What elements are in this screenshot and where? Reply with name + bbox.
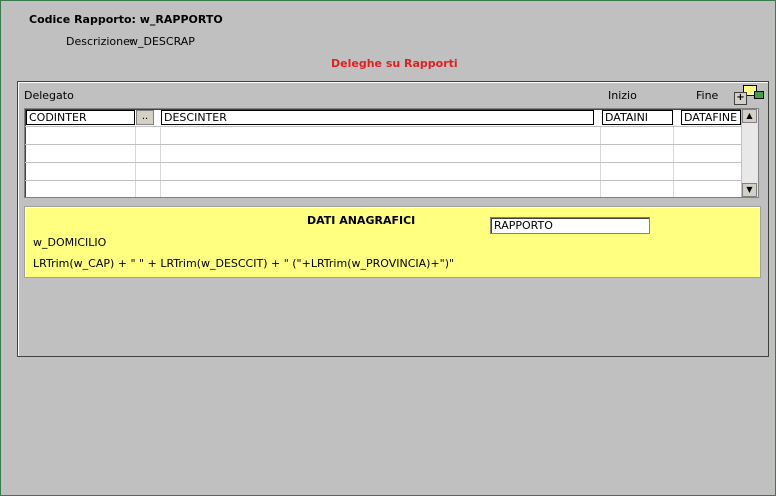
table-row[interactable] — [25, 127, 741, 145]
domicilio-text: w_DOMICILIO — [33, 236, 107, 249]
add-row-icon[interactable]: + — [734, 92, 747, 105]
datafine-field[interactable]: DATAFINE — [681, 110, 741, 125]
scroll-up-icon[interactable]: ▲ — [742, 109, 757, 123]
descrizione-value: w_DESCRAP — [129, 35, 195, 48]
column-header-inizio: Inizio — [608, 89, 637, 102]
grid-scrollbar[interactable]: ▲ ▼ — [741, 109, 758, 197]
column-header-fine: Fine — [696, 89, 719, 102]
codinter-field[interactable]: CODINTER — [26, 110, 135, 125]
table-row[interactable] — [25, 163, 741, 181]
zoom-button[interactable]: .. — [136, 110, 154, 125]
deleghe-panel: Delegato Inizio Fine + CODINTER .. DESCI… — [17, 81, 769, 357]
form-window: Codice Rapporto: w_RAPPORTO Descrizione:… — [0, 0, 776, 496]
dati-anagrafici-panel: DATI ANAGRAFICI RAPPORTO w_DOMICILIO LRT… — [24, 206, 761, 278]
dati-anagrafici-title: DATI ANAGRAFICI — [307, 214, 416, 227]
grid-tools: + — [734, 83, 768, 105]
address-text: LRTrim(w_CAP) + " " + LRTrim(w_DESCCIT) … — [33, 257, 455, 270]
column-header-delegato: Delegato — [24, 89, 74, 102]
scroll-down-icon[interactable]: ▼ — [742, 183, 757, 197]
rapporto-field[interactable]: RAPPORTO — [490, 217, 650, 234]
table-row: CODINTER .. DESCINTER DATAINI DATAFINE — [25, 109, 741, 127]
resize-icon[interactable] — [754, 91, 764, 99]
table-row[interactable] — [25, 181, 741, 197]
deleghe-grid: CODINTER .. DESCINTER DATAINI DATAFINE ▲… — [24, 108, 759, 198]
codice-rapporto-label: Codice Rapporto: w_RAPPORTO — [29, 13, 223, 26]
dataini-field[interactable]: DATAINI — [602, 110, 673, 125]
descrizione-label: Descrizione: — [66, 35, 134, 48]
table-row[interactable] — [25, 145, 741, 163]
section-title: Deleghe su Rapporti — [331, 57, 458, 70]
descinter-field[interactable]: DESCINTER — [161, 110, 594, 125]
